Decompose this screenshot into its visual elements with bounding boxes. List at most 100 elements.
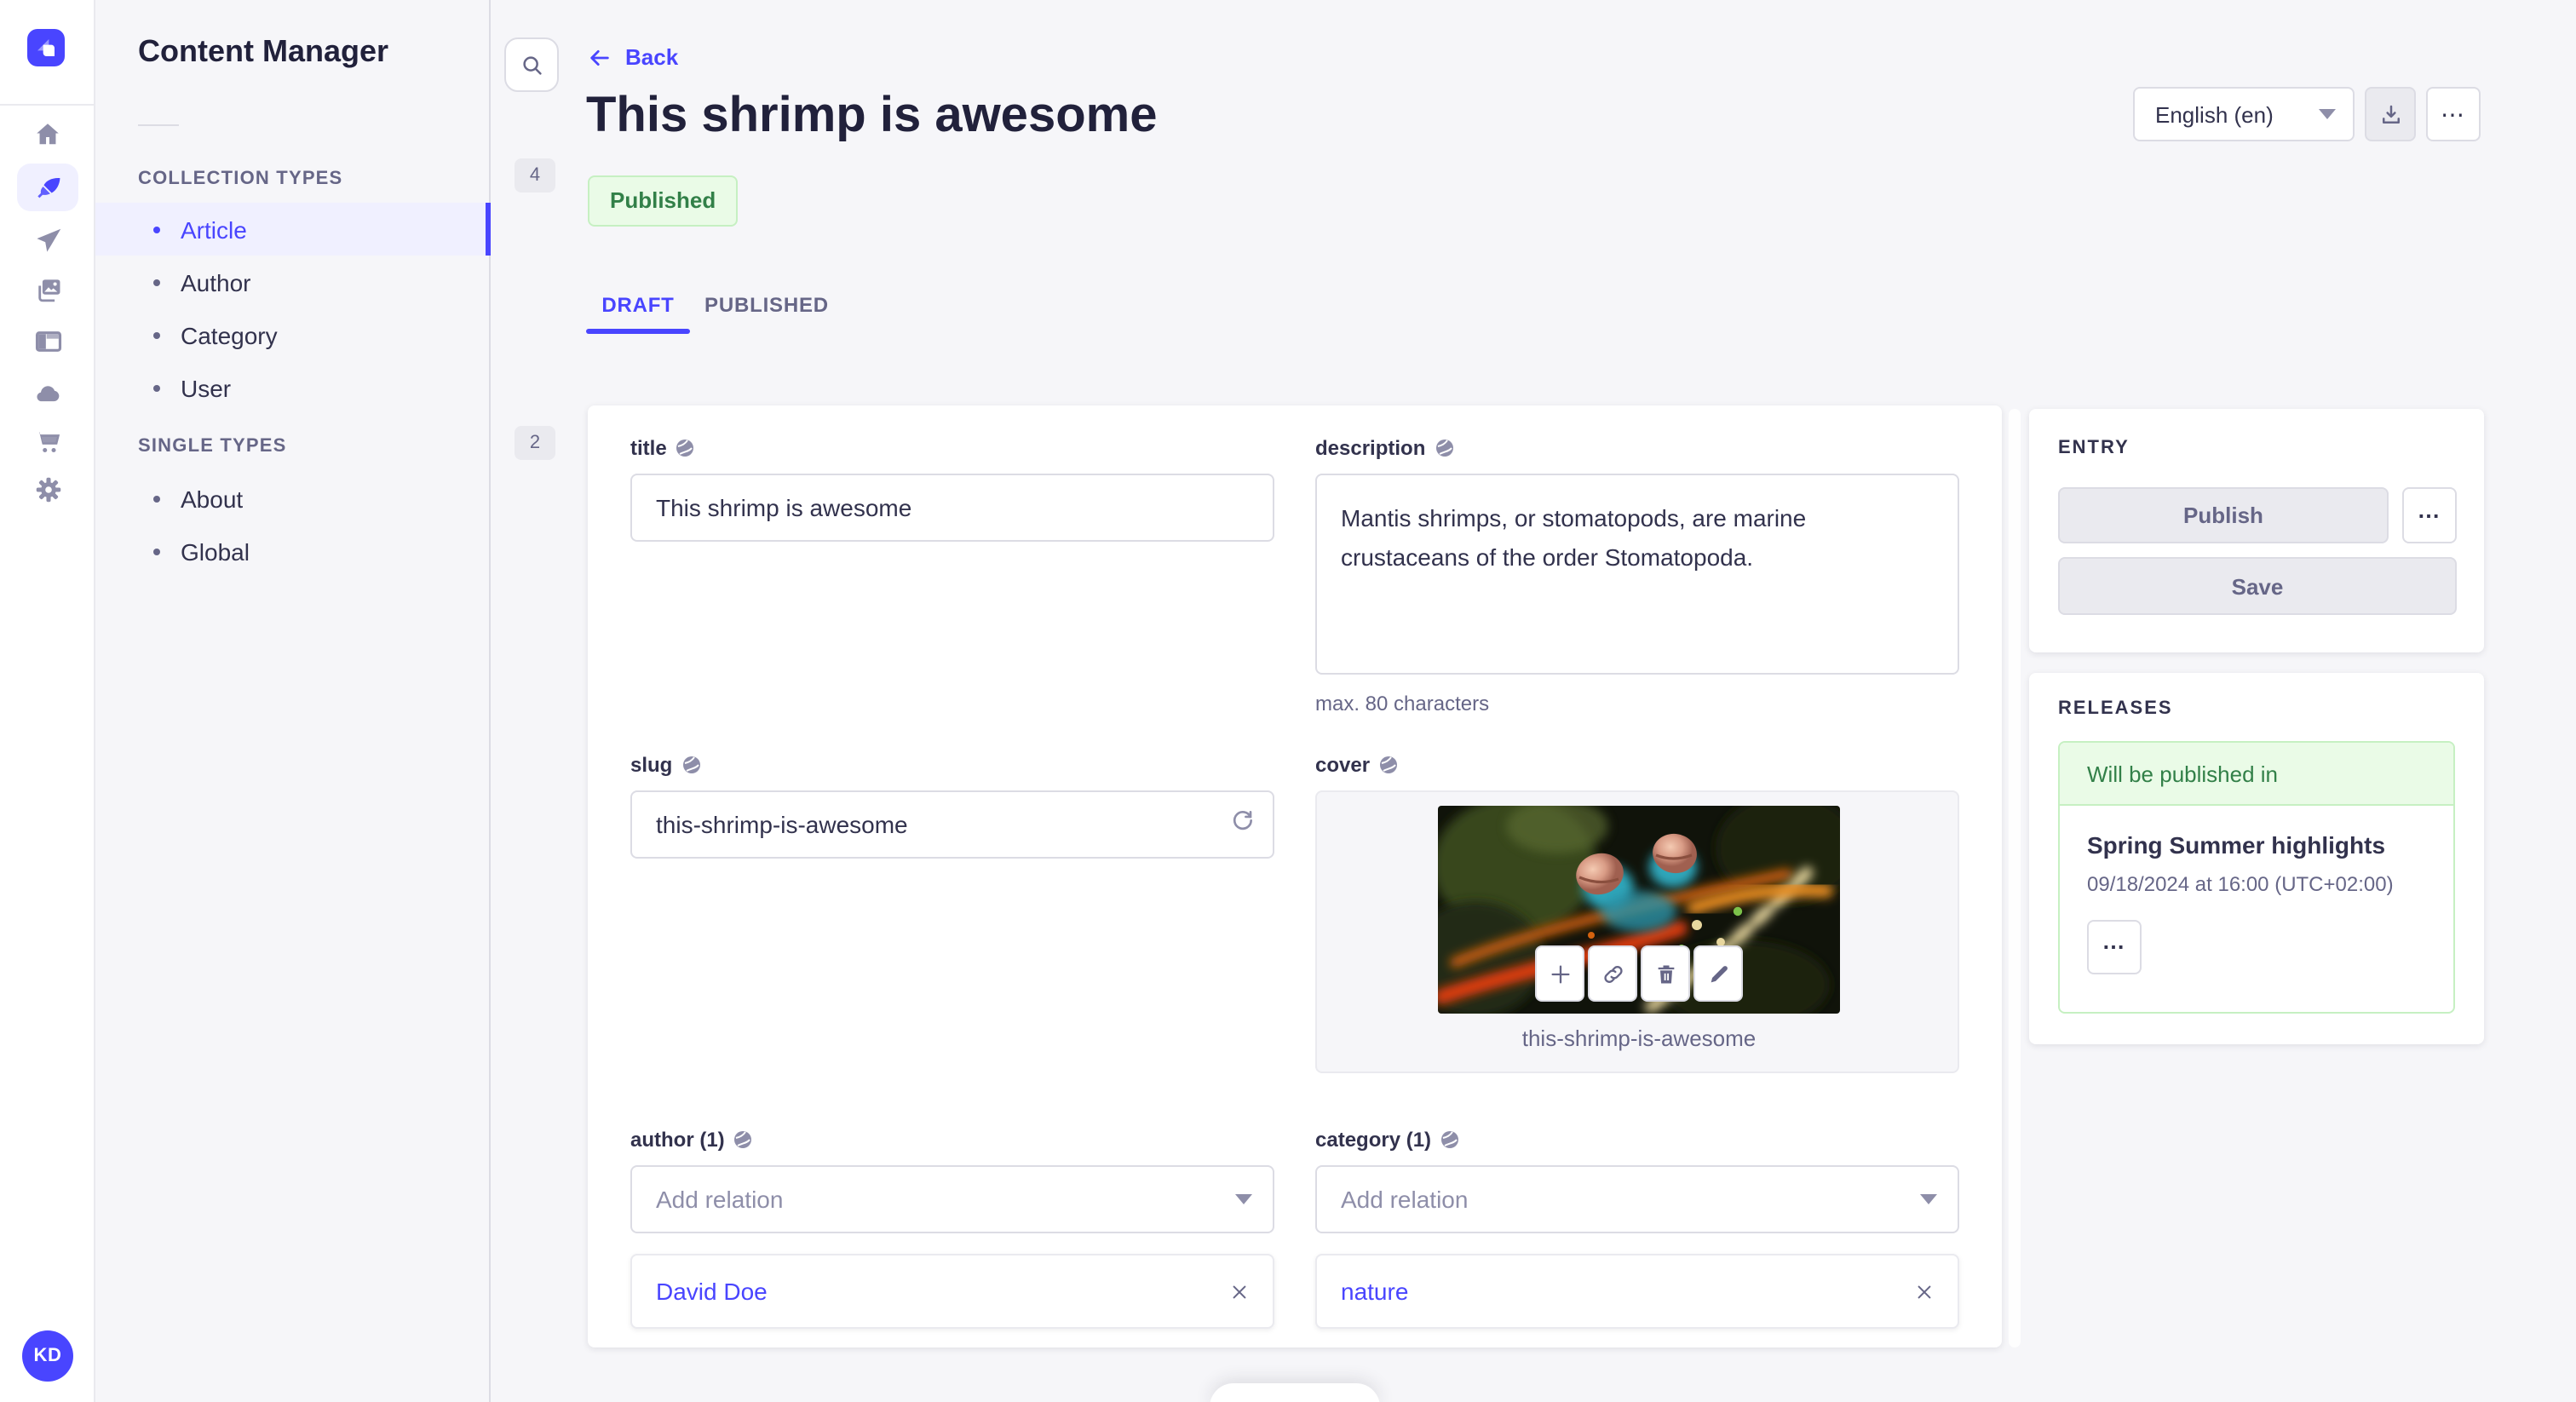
single-types-count: 2 [515, 426, 555, 460]
category-relation-item: nature [1315, 1254, 1959, 1329]
back-arrow-icon [588, 45, 612, 69]
close-icon[interactable] [1230, 1282, 1249, 1301]
description-textarea[interactable]: Mantis shrimps, or stomatopods, are mari… [1315, 474, 1959, 675]
edit-asset-button[interactable] [1693, 945, 1743, 1002]
sidebar-item-label: Article [181, 215, 247, 243]
sidebar-item-author[interactable]: Author [95, 256, 491, 308]
sidebar-item-category[interactable]: Category [95, 308, 491, 361]
back-link[interactable]: Back [588, 44, 678, 70]
copy-link-button[interactable] [1588, 945, 1637, 1002]
link-icon [1601, 962, 1624, 985]
marketplace-cart-icon[interactable] [17, 417, 78, 465]
category-field-label: category (1) [1315, 1128, 1460, 1152]
bullet-icon [153, 548, 160, 554]
regenerate-slug-icon[interactable] [1228, 806, 1256, 833]
search-icon [519, 52, 544, 78]
slug-field-label: slug [630, 753, 701, 777]
chevron-down-icon [2319, 109, 2336, 119]
collection-types-count: 4 [515, 158, 555, 192]
cover-toolbar [1535, 945, 1743, 1002]
add-relation-placeholder: Add relation [1341, 1186, 1469, 1213]
content-manager-feather-icon[interactable] [17, 164, 78, 211]
release-title[interactable]: Spring Summer highlights [2087, 831, 2385, 859]
tab-published[interactable]: PUBLISHED [699, 279, 835, 330]
delete-asset-button[interactable] [1641, 945, 1690, 1002]
entry-panel: ENTRY Publish ⋯ Save [2029, 409, 2484, 652]
bullet-icon [153, 226, 160, 233]
category-add-relation-combobox[interactable]: Add relation [1315, 1165, 1959, 1233]
sidebar-item-article[interactable]: Article [95, 203, 491, 256]
download-icon [2378, 101, 2403, 127]
sidebar-item-label: About [181, 485, 244, 512]
bullet-icon [153, 495, 160, 502]
cloud-icon[interactable] [17, 370, 78, 417]
sidebar-item-about[interactable]: About [95, 472, 491, 525]
plus-icon [1548, 962, 1572, 985]
scrollbar[interactable] [2009, 409, 2021, 1347]
rail-divider [0, 104, 95, 106]
search-button[interactable] [504, 37, 559, 92]
locale-select[interactable]: English (en) [2133, 87, 2355, 141]
strapi-admin: KD Content Manager COLLECTION TYPES 4 Ar… [0, 0, 2576, 1402]
sidebar-item-label: Category [181, 321, 278, 348]
home-icon[interactable] [17, 111, 78, 158]
releases-panel-heading: RELEASES [2058, 698, 2173, 719]
cover-panel: this-shrimp-is-awesome [1315, 790, 1959, 1073]
sidebar-item-label: Global [181, 537, 250, 565]
field-label-text: author (1) [630, 1128, 725, 1152]
author-field-label: author (1) [630, 1128, 754, 1152]
sidebar-item-label: User [181, 374, 232, 401]
section-collection-types: COLLECTION TYPES [138, 169, 343, 189]
chevron-down-icon [1920, 1194, 1937, 1204]
release-status: Will be published in [2060, 743, 2453, 806]
content-type-builder-icon[interactable] [17, 317, 78, 365]
entry-panel-heading: ENTRY [2058, 438, 2130, 458]
cover-caption: this-shrimp-is-awesome [1521, 1026, 1757, 1051]
globe-icon [676, 438, 696, 458]
field-label-text: cover [1315, 753, 1371, 777]
release-more-button[interactable]: ⋯ [2087, 920, 2142, 974]
sidebar-item-user[interactable]: User [95, 361, 491, 414]
relation-link[interactable]: David Doe [656, 1278, 1230, 1305]
header-more-button[interactable]: ⋯ [2426, 87, 2481, 141]
field-label-text: slug [630, 753, 673, 777]
tab-draft[interactable]: DRAFT [586, 279, 690, 330]
subnav-divider [138, 124, 179, 126]
title-input[interactable] [630, 474, 1274, 542]
bullet-icon [153, 279, 160, 285]
entry-form-card: title description Mantis shrimps, or sto… [588, 405, 2002, 1347]
field-label-text: category (1) [1315, 1128, 1432, 1152]
globe-icon [1434, 438, 1454, 458]
save-button[interactable]: Save [2058, 557, 2457, 615]
author-add-relation-combobox[interactable]: Add relation [630, 1165, 1274, 1233]
field-label-text: description [1315, 436, 1426, 460]
deploy-plane-icon[interactable] [17, 216, 78, 264]
export-button[interactable] [2365, 87, 2416, 141]
sidebar-item-label: Author [181, 268, 251, 296]
sidebar-item-global[interactable]: Global [95, 525, 491, 577]
globe-icon [733, 1129, 754, 1150]
strapi-logo[interactable] [27, 29, 65, 66]
bullet-icon [153, 384, 160, 391]
settings-gear-icon[interactable] [17, 465, 78, 513]
locale-value: English (en) [2155, 101, 2274, 127]
publish-button[interactable]: Publish [2058, 487, 2389, 543]
pencil-icon [1706, 962, 1730, 985]
slug-input[interactable] [630, 790, 1274, 859]
close-icon[interactable] [1915, 1282, 1934, 1301]
add-asset-button[interactable] [1535, 945, 1584, 1002]
author-relation-item: David Doe [630, 1254, 1274, 1329]
subnav-title: Content Manager [138, 34, 389, 68]
bullet-icon [153, 331, 160, 338]
avatar[interactable]: KD [22, 1330, 73, 1382]
description-hint: max. 80 characters [1315, 692, 1490, 715]
description-field-label: description [1315, 436, 1454, 460]
entry-more-button[interactable]: ⋯ [2402, 487, 2457, 543]
relation-link[interactable]: nature [1341, 1278, 1915, 1305]
globe-icon [1440, 1129, 1460, 1150]
field-label-text: title [630, 436, 667, 460]
tab-active-underline [586, 329, 690, 334]
bottom-toolbar-pill[interactable] [1210, 1383, 1380, 1402]
media-library-icon[interactable] [17, 266, 78, 313]
cover-field-label: cover [1315, 753, 1399, 777]
